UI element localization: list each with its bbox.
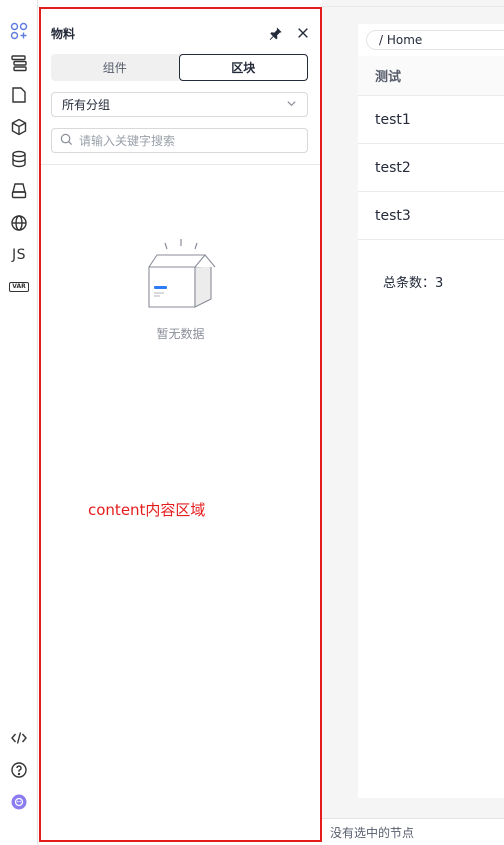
page-icon[interactable] — [8, 84, 30, 106]
script-icon-label: JS — [11, 247, 26, 263]
canvas-page[interactable]: / Home 测试 test1 test2 test3 总条数：3 — [358, 24, 504, 798]
group-select[interactable]: 所有分组 — [51, 92, 308, 117]
table-row[interactable]: test2 — [358, 144, 504, 192]
content-area-annotation: content内容区域 — [88, 501, 206, 519]
bridge-icon[interactable] — [8, 180, 30, 202]
block-icon[interactable] — [8, 116, 30, 138]
state-icon[interactable]: VAR — [8, 276, 30, 298]
material-panel: 物料 组件 区块 所有分组 请输入关键字搜索 暂无数据 content内容区域 — [39, 7, 322, 842]
panel-divider — [41, 164, 320, 165]
script-icon[interactable]: JS — [8, 244, 30, 266]
close-icon[interactable] — [295, 25, 311, 41]
breadcrumb[interactable]: / Home — [366, 30, 504, 50]
status-bar: 没有选中的节点 — [322, 818, 504, 845]
search-icon — [60, 131, 73, 150]
table-row[interactable]: test1 — [358, 96, 504, 144]
activity-bar: JS VAR — [0, 0, 38, 845]
panel-header: 物料 — [51, 23, 311, 43]
chevron-down-icon — [286, 98, 297, 112]
materials-icon[interactable] — [8, 20, 30, 42]
total-count: 总条数：3 — [383, 276, 444, 291]
search-input[interactable] — [79, 133, 289, 148]
state-icon-label: VAR — [9, 282, 29, 292]
i18n-icon[interactable] — [8, 212, 30, 234]
table-header: 测试 — [358, 56, 504, 96]
tab-blocks[interactable]: 区块 — [178, 54, 308, 81]
outline-icon[interactable] — [8, 52, 30, 74]
tab-components[interactable]: 组件 — [51, 54, 179, 81]
table-row[interactable]: test3 — [358, 192, 504, 240]
search-box — [51, 128, 308, 153]
toolbar-divider — [322, 6, 504, 7]
material-tabs: 组件 区块 — [51, 54, 308, 81]
datasource-icon[interactable] — [8, 148, 30, 170]
empty-state: 暂无数据 — [41, 237, 320, 342]
robot-icon[interactable] — [8, 791, 30, 813]
empty-box-icon — [139, 237, 223, 313]
panel-title: 物料 — [51, 26, 76, 41]
help-icon[interactable] — [8, 759, 30, 781]
group-select-value: 所有分组 — [62, 98, 111, 112]
code-icon[interactable] — [8, 727, 30, 749]
empty-text: 暂无数据 — [156, 327, 205, 341]
panel-actions — [267, 25, 311, 41]
pin-icon[interactable] — [267, 25, 283, 41]
